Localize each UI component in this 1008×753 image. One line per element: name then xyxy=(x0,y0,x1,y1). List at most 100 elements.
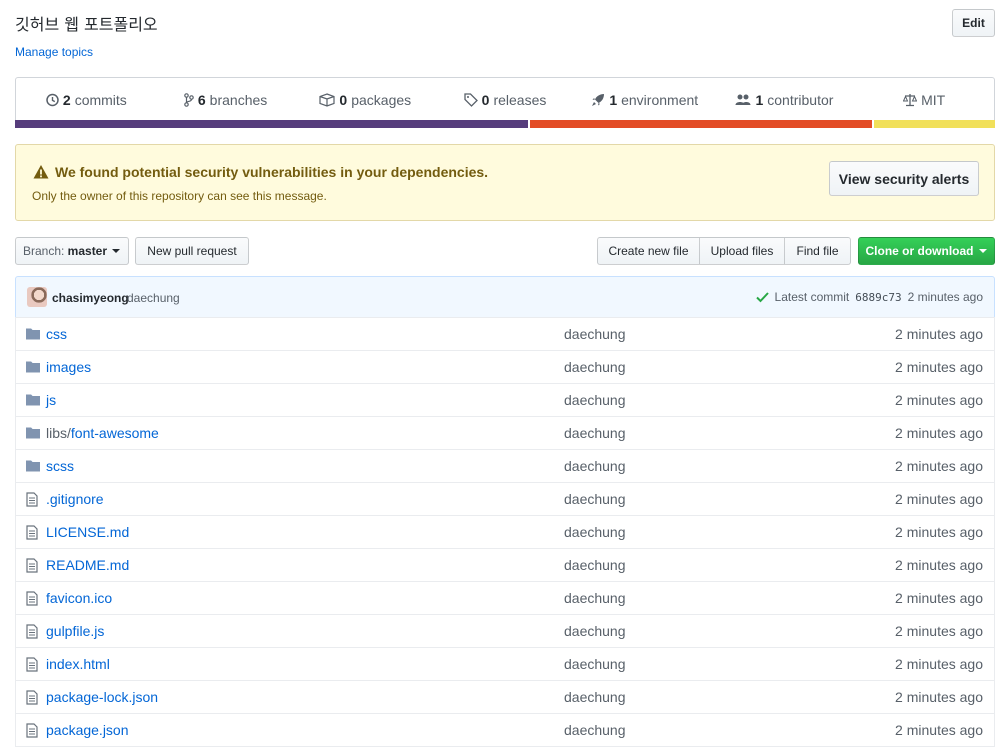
file-name-link[interactable]: README.md xyxy=(46,557,129,573)
summary-count: 1 xyxy=(609,92,618,108)
clone-download-button[interactable]: Clone or download xyxy=(858,237,995,265)
file-name-link[interactable]: package.json xyxy=(46,722,129,738)
commit-message-link[interactable]: daechung xyxy=(564,491,626,507)
new-pull-request-button[interactable]: New pull request xyxy=(135,237,249,265)
file-name: images xyxy=(46,359,92,375)
file-row: favicon.ico daechung 2 minutes ago xyxy=(16,581,994,614)
latest-commit-label: Latest commit xyxy=(774,290,850,304)
file-name-link[interactable]: gulpfile.js xyxy=(46,623,104,639)
file-icon xyxy=(26,492,38,510)
file-icon xyxy=(26,525,38,543)
find-file-button[interactable]: Find file xyxy=(784,237,851,265)
file-age: 2 minutes ago xyxy=(895,425,983,441)
file-name: LICENSE.md xyxy=(46,524,130,540)
summary-packages[interactable]: 0 packages xyxy=(295,92,435,108)
latest-commit-bar: chasimyeong daechung Latest commit 6889c… xyxy=(15,276,995,318)
file-icon xyxy=(26,591,38,609)
commit-message-link[interactable]: daechung xyxy=(564,656,626,672)
file-icon xyxy=(26,690,38,708)
folder-icon xyxy=(26,426,40,442)
caret-down-icon xyxy=(112,249,121,253)
file-name-link[interactable]: js xyxy=(46,392,56,408)
commit-author[interactable]: chasimyeong xyxy=(52,291,129,305)
file-age: 2 minutes ago xyxy=(895,326,983,342)
language-bar[interactable] xyxy=(15,120,995,128)
create-new-file-button[interactable]: Create new file xyxy=(597,237,700,265)
file-row: scss daechung 2 minutes ago xyxy=(16,449,994,482)
summary-environment[interactable]: 1 environment xyxy=(575,92,715,108)
commit-message-link[interactable]: daechung xyxy=(564,590,626,606)
summary-count: 0 xyxy=(481,92,490,108)
file-age: 2 minutes ago xyxy=(895,689,983,705)
folder-icon xyxy=(26,459,40,475)
file-name: package-lock.json xyxy=(46,689,159,705)
file-path-prefix: libs/ xyxy=(46,425,71,441)
summary-branches[interactable]: 6 branches xyxy=(156,92,296,108)
file-age: 2 minutes ago xyxy=(895,722,983,738)
language-segment[interactable] xyxy=(529,120,875,128)
summary-list: 2 commits 6 branches 0 packages 0 releases 1 envi… xyxy=(16,78,994,122)
summary-contributor[interactable]: 1 contributor xyxy=(715,92,855,108)
file-name-link[interactable]: LICENSE.md xyxy=(46,524,129,540)
summary-label: commits xyxy=(74,92,127,108)
folder-icon xyxy=(26,327,40,343)
commit-sha[interactable]: 6889c73 xyxy=(855,291,901,304)
commit-message-link[interactable]: daechung xyxy=(564,524,626,540)
language-segment[interactable] xyxy=(874,120,995,128)
file-name: font-awesome xyxy=(70,425,159,441)
summary-count: 1 xyxy=(755,92,764,108)
branch-select-button[interactable]: Branch: master xyxy=(15,237,129,265)
upload-files-button[interactable]: Upload files xyxy=(699,237,785,265)
summary-count: 0 xyxy=(339,92,348,108)
summary-releases[interactable]: 0 releases xyxy=(435,92,575,108)
file-row: gulpfile.js daechung 2 minutes ago xyxy=(16,614,994,647)
commit-meta: Latest commit 6889c73 2 minutes ago xyxy=(755,290,983,304)
commit-message[interactable]: daechung xyxy=(127,291,180,305)
package-icon xyxy=(319,93,336,107)
security-alert-title-text: We found potential security vulnerabilit… xyxy=(55,164,489,180)
file-name-link[interactable]: libs/font-awesome xyxy=(46,425,159,441)
file-row: js daechung 2 minutes ago xyxy=(16,383,994,416)
commit-time: 2 minutes ago xyxy=(907,290,983,304)
file-row: images daechung 2 minutes ago xyxy=(16,350,994,383)
file-row: .gitignore daechung 2 minutes ago xyxy=(16,482,994,515)
commit-message-link[interactable]: daechung xyxy=(564,326,626,342)
edit-button[interactable]: Edit xyxy=(952,9,995,37)
file-name-link[interactable]: index.html xyxy=(46,656,110,672)
manage-topics-link[interactable]: Manage topics xyxy=(15,45,93,59)
file-age: 2 minutes ago xyxy=(895,392,983,408)
summary-MIT[interactable]: MIT xyxy=(854,92,994,108)
file-row: package.json daechung 2 minutes ago xyxy=(16,713,994,746)
commit-message-link[interactable]: daechung xyxy=(564,722,626,738)
language-segment[interactable] xyxy=(15,120,530,128)
history-icon xyxy=(45,93,59,107)
commit-message-link[interactable]: daechung xyxy=(564,458,626,474)
file-name-link[interactable]: favicon.ico xyxy=(46,590,112,606)
file-age: 2 minutes ago xyxy=(895,623,983,639)
file-name-link[interactable]: css xyxy=(46,326,67,342)
file-row: LICENSE.md daechung 2 minutes ago xyxy=(16,515,994,548)
file-row: index.html daechung 2 minutes ago xyxy=(16,647,994,680)
file-name: package.json xyxy=(46,722,129,738)
alert-icon xyxy=(33,165,49,179)
file-name-link[interactable]: images xyxy=(46,359,91,375)
commit-message-link[interactable]: daechung xyxy=(564,425,626,441)
avatar[interactable] xyxy=(27,287,47,307)
file-name: gulpfile.js xyxy=(46,623,105,639)
file-name: js xyxy=(46,392,57,408)
summary-label: MIT xyxy=(921,92,946,108)
check-icon xyxy=(755,292,769,303)
file-name-link[interactable]: scss xyxy=(46,458,74,474)
file-name: scss xyxy=(46,458,74,474)
commit-message-link[interactable]: daechung xyxy=(564,623,626,639)
file-icon xyxy=(26,624,38,642)
commit-message-link[interactable]: daechung xyxy=(564,689,626,705)
file-age: 2 minutes ago xyxy=(895,359,983,375)
commit-message-link[interactable]: daechung xyxy=(564,359,626,375)
file-name-link[interactable]: package-lock.json xyxy=(46,689,158,705)
view-security-alerts-button[interactable]: View security alerts xyxy=(829,161,979,196)
commit-message-link[interactable]: daechung xyxy=(564,557,626,573)
file-name-link[interactable]: .gitignore xyxy=(46,491,104,507)
summary-commits[interactable]: 2 commits xyxy=(16,92,156,108)
commit-message-link[interactable]: daechung xyxy=(564,392,626,408)
